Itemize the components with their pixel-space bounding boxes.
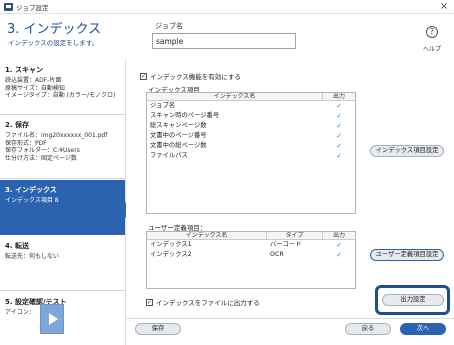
step-detail: ファイル名：img20xxxxxx_001.pdf [5, 132, 108, 139]
app-icon [4, 3, 13, 11]
help-icon[interactable]: ? [426, 26, 438, 38]
index-name-cell: 文書中の総ページ数 [150, 142, 207, 149]
enable-index-checkbox[interactable]: ✓ [140, 72, 147, 80]
page-title: 3. インデックス [7, 22, 102, 37]
output-check-icon[interactable]: ✓ [323, 131, 355, 141]
output-check-icon[interactable]: ✓ [323, 240, 355, 250]
step-detail: イメージタイプ：自動 (カラー/モノクロ) [5, 92, 116, 99]
index-name-cell: インデックス2 [150, 251, 192, 258]
type-cell: バーコード [270, 241, 302, 248]
table-row[interactable]: 文書中のページ番号 ✓ [147, 131, 355, 141]
back-button[interactable]: 戻る [345, 323, 391, 335]
step-detail: インデックス項目 8 [5, 197, 59, 204]
grid-header: インデックス名 出力 [147, 93, 355, 101]
index-name-cell: 総スキャンページ数 [150, 122, 207, 129]
output-to-file-label: インデックスをファイルに出力する [156, 299, 260, 307]
output-settings-button[interactable]: 出力設定 [382, 294, 444, 306]
output-to-file-row[interactable]: ✓ インデックスをファイルに出力する [146, 297, 260, 307]
column-header-type[interactable]: タイプ [267, 232, 323, 239]
step-detail: 原稿サイズ：自動検知 [5, 84, 65, 92]
output-check-icon[interactable]: ✓ [323, 121, 355, 131]
output-to-file-checkbox[interactable]: ✓ [146, 298, 153, 306]
help-label[interactable]: ヘルプ [423, 44, 441, 53]
index-name-cell: スキャン時のページ番号 [150, 112, 220, 119]
type-cell: OCR [270, 251, 284, 258]
table-row[interactable]: 文書中の総ページ数 ✓ [147, 141, 355, 151]
index-item-settings-button[interactable]: インデックス項目設定 [370, 145, 444, 157]
output-check-icon[interactable]: ✓ [323, 101, 355, 111]
table-row[interactable]: スキャン時のページ番号 ✓ [147, 111, 355, 121]
step-title: 1. スキャン [5, 66, 43, 74]
table-row[interactable]: インデックス2 OCR ✓ [147, 250, 355, 260]
sidebar-item-index[interactable]: 3. インデックス インデックス項目 8 [0, 180, 133, 235]
step-title: 3. インデックス [5, 186, 57, 194]
table-row[interactable]: ファイルパス ✓ [147, 151, 355, 161]
step-title: 4. 転送 [5, 242, 29, 250]
save-button[interactable]: 保存 [135, 323, 181, 335]
step-detail: 読込装置：ADF-片面 [5, 77, 62, 84]
user-items-grid[interactable]: インデックス名 タイプ 出力 インデックス1 バーコード ✓ インデックス2 O… [146, 231, 356, 289]
title-bar: ジョブ設定 × [0, 0, 454, 14]
step-sidebar: 1. スキャン 読込装置：ADF-片面 原稿サイズ：自動検知 イメージタイプ：自… [0, 60, 133, 345]
page-header: 3. インデックス インデックスの設定をします。 ジョブ名 ? ヘルプ [0, 14, 454, 60]
user-item-settings-button[interactable]: ユーザー定義項目設定 [370, 249, 444, 261]
close-icon[interactable]: × [439, 1, 449, 12]
column-header-output[interactable]: 出力 [323, 93, 355, 100]
grid-header: インデックス名 タイプ 出力 [147, 232, 355, 240]
output-check-icon[interactable]: ✓ [323, 111, 355, 121]
column-header-index-name[interactable]: インデックス名 [147, 232, 267, 239]
table-row[interactable]: 総スキャンページ数 ✓ [147, 121, 355, 131]
step-detail: 転送先：何もしない [5, 253, 60, 260]
enable-index-row[interactable]: ✓ インデックス機能を有効にする [140, 71, 241, 81]
step-title: 2. 保存 [5, 121, 29, 129]
index-name-cell: インデックス1 [150, 241, 192, 248]
output-check-icon[interactable]: ✓ [323, 250, 355, 260]
index-name-cell: ファイルパス [150, 152, 188, 159]
step-title: 5. 設定確認/テスト [5, 298, 67, 306]
column-header-output[interactable]: 出力 [323, 232, 355, 239]
jobname-input[interactable] [152, 33, 296, 49]
table-row[interactable]: インデックス1 バーコード ✓ [147, 240, 355, 250]
step-detail: 仕分け方法：固定ページ数 [5, 154, 77, 162]
index-name-cell: 文書中のページ番号 [150, 132, 207, 139]
next-button[interactable]: 次へ [400, 323, 446, 335]
jobname-label: ジョブ名 [155, 22, 183, 30]
sidebar-item-save[interactable]: 2. 保存 ファイル名：img20xxxxxx_001.pdf 保存形式：PDF… [0, 115, 125, 179]
job-icon-preview[interactable] [40, 304, 64, 334]
enable-index-label: インデックス機能を有効にする [150, 73, 241, 81]
column-header-index-name[interactable]: インデックス名 [147, 93, 323, 100]
output-check-icon[interactable]: ✓ [323, 141, 355, 151]
step-detail: 保存形式：PDF [5, 139, 47, 147]
output-check-icon[interactable]: ✓ [323, 151, 355, 161]
step-detail: 保存フォルダー：C:¥Users [5, 147, 80, 154]
index-items-grid[interactable]: インデックス名 出力 ジョブ名 ✓ スキャン時のページ番号 ✓ 総スキャンページ… [146, 92, 356, 214]
index-name-cell: ジョブ名 [150, 102, 176, 109]
page-subtitle: インデックスの設定をします。 [8, 39, 99, 47]
sidebar-item-transfer[interactable]: 4. 転送 転送先：何もしない [0, 236, 125, 291]
sidebar-item-scan[interactable]: 1. スキャン 読込装置：ADF-片面 原稿サイズ：自動検知 イメージタイプ：自… [0, 60, 125, 115]
window-title: ジョブ設定 [16, 4, 49, 12]
step-detail: アイコン： [5, 309, 35, 316]
table-row[interactable]: ジョブ名 ✓ [147, 101, 355, 111]
